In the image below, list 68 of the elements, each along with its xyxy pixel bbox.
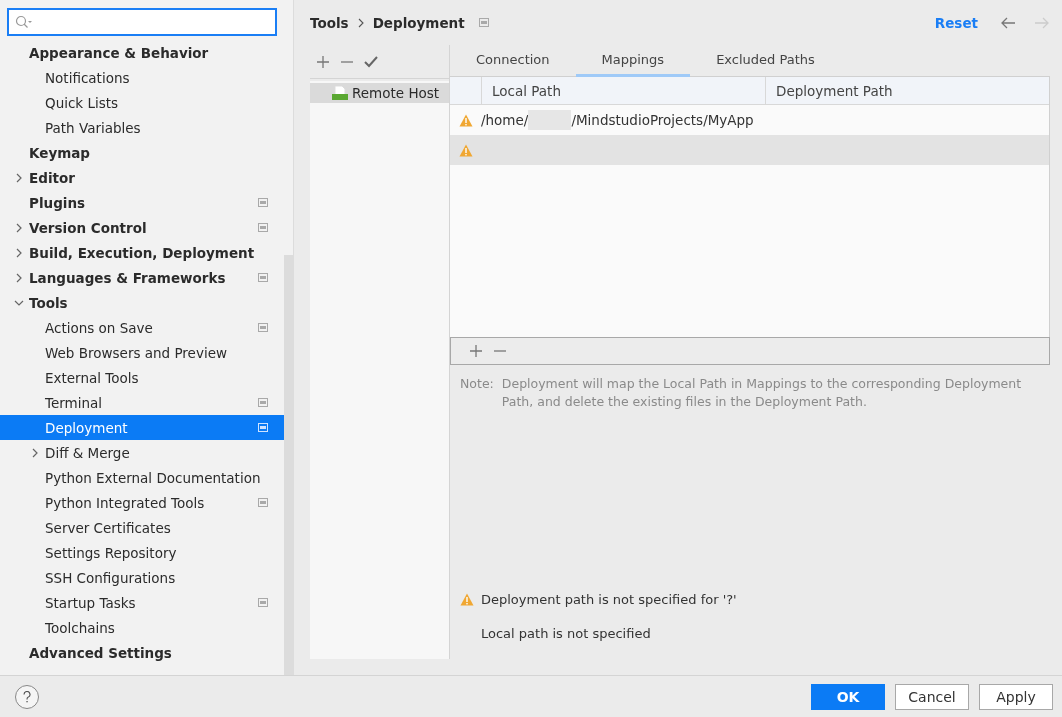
- validation-message: Deployment path is not specified for '?': [481, 591, 737, 607]
- dialog-button[interactable]: Cancel: [895, 683, 969, 710]
- help-button[interactable]: [15, 684, 39, 709]
- tree-item[interactable]: Editor: [0, 165, 284, 190]
- checkmark-icon[interactable]: [364, 55, 378, 68]
- tree-item[interactable]: Plugins: [0, 190, 284, 215]
- chevron-right-icon: [356, 17, 365, 28]
- tree-item[interactable]: Keymap: [0, 140, 284, 165]
- project-icon: [258, 598, 268, 607]
- tree-item[interactable]: Advanced Settings: [0, 640, 284, 665]
- search-icon: [15, 15, 33, 29]
- server-item[interactable]: Remote Host: [310, 83, 449, 103]
- note-text: Deployment will map the Local Path in Mappings to the corresponding Deployment Path, and delete the existing files in the Deployment Path.: [501, 375, 1023, 411]
- tab[interactable]: Excluded Paths: [690, 45, 841, 77]
- sftp-server-icon: [332, 86, 348, 100]
- ok-button[interactable]: OK: [811, 683, 885, 710]
- project-icon: [258, 323, 268, 332]
- tree-item[interactable]: Terminal: [0, 390, 284, 415]
- tree-item[interactable]: Startup Tasks: [0, 590, 284, 615]
- scrollbar[interactable]: [284, 255, 293, 675]
- tree-item[interactable]: Actions on Save: [0, 315, 284, 340]
- tree-item[interactable]: Build, Execution, Deployment: [0, 240, 284, 265]
- project-icon: [258, 498, 268, 507]
- warning-icon: [458, 113, 473, 127]
- tree-item[interactable]: Python External Documentation: [0, 465, 284, 490]
- tab[interactable]: Connection: [450, 45, 576, 77]
- note-label: Note:: [460, 375, 494, 393]
- help-icon: [23, 690, 31, 703]
- tree-item[interactable]: Diff & Merge: [0, 440, 284, 465]
- remove-icon[interactable]: [340, 60, 354, 63]
- tree-item[interactable]: Path Variables: [0, 115, 284, 140]
- tree-item[interactable]: Quick Lists: [0, 90, 284, 115]
- tree-item[interactable]: Tools: [0, 290, 284, 315]
- column-header[interactable]: Local Path: [481, 77, 765, 104]
- tree-item[interactable]: Languages & Frameworks: [0, 265, 284, 290]
- tree-item[interactable]: Appearance & Behavior: [0, 40, 284, 65]
- back-arrow-icon[interactable]: [1000, 16, 1016, 29]
- path-text: /home/: [481, 112, 529, 128]
- forward-arrow-icon: [1034, 16, 1050, 29]
- column-header[interactable]: Deployment Path: [765, 77, 1049, 104]
- warning-icon: [458, 143, 473, 157]
- project-icon: [258, 398, 268, 407]
- add-icon[interactable]: [469, 344, 483, 358]
- project-icon: [258, 198, 268, 207]
- project-icon: [258, 223, 268, 232]
- tree-item[interactable]: Web Browsers and Preview: [0, 340, 284, 365]
- table-row[interactable]: /home/ /MindstudioProjects/MyApp: [450, 105, 1049, 135]
- tree-item[interactable]: Server Certificates: [0, 515, 284, 540]
- add-icon[interactable]: [316, 54, 330, 69]
- server-name: Remote Host: [352, 85, 440, 101]
- tree-item[interactable]: Toolchains: [0, 615, 284, 640]
- validation-message: Local path is not specified: [481, 625, 651, 641]
- tree-item[interactable]: Version Control: [0, 215, 284, 240]
- project-icon: [258, 423, 268, 432]
- tree-item[interactable]: Settings Repository: [0, 540, 284, 565]
- tree-item[interactable]: Python Integrated Tools: [0, 490, 284, 515]
- tree-item[interactable]: Notifications: [0, 65, 284, 90]
- path-text: /MindstudioProjects/MyApp: [571, 112, 754, 128]
- tree-item[interactable]: External Tools: [0, 365, 284, 390]
- dialog-button[interactable]: Apply: [979, 683, 1053, 710]
- project-icon: [258, 273, 268, 282]
- breadcrumb-item: Deployment: [372, 14, 465, 31]
- search-field[interactable]: [7, 8, 277, 36]
- tree-item[interactable]: SSH Configurations: [0, 565, 284, 590]
- breadcrumb-item: Tools: [310, 14, 349, 31]
- tree-item[interactable]: Deployment: [0, 415, 284, 440]
- project-icon: [478, 18, 489, 27]
- warning-icon: [460, 593, 474, 606]
